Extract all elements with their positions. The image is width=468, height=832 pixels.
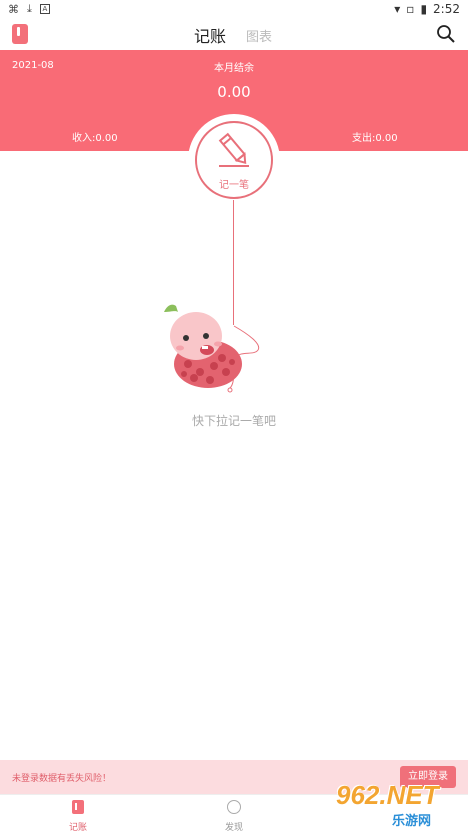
lychee-mascot-icon <box>164 304 260 393</box>
pencil-icon <box>218 132 249 167</box>
balance-value: 0.00 <box>217 83 251 101</box>
top-bar: 记账 图表 <box>0 20 468 50</box>
expense-total: 支出:0.00 <box>352 133 398 144</box>
a-icon: A <box>39 4 50 14</box>
tab-ledger[interactable]: 记账 <box>194 23 226 47</box>
balance-label: 本月结余 <box>214 63 254 74</box>
empty-hint: 快下拉记一笔吧 <box>191 414 276 428</box>
bug-icon: ⌘ <box>8 2 19 16</box>
status-right: ▾ ▫ ▮ 2:52 <box>394 2 460 16</box>
search-icon[interactable] <box>436 24 456 44</box>
nav-discover-label: 发现 <box>224 823 243 832</box>
add-record-button[interactable]: 记一笔 <box>195 121 273 199</box>
income-total: 收入:0.00 <box>72 133 118 144</box>
watermark-logo: 962.NET 乐游网 <box>330 780 468 832</box>
login-warning: 未登录数据有丢失风险！ <box>12 774 112 784</box>
nav-item-discover[interactable]: 发现 <box>204 799 264 832</box>
status-time: 2:52 <box>433 2 460 16</box>
wifi-icon: ▾ <box>394 2 401 16</box>
tab-chart[interactable]: 图表 <box>246 26 272 45</box>
watermark-bottom: 乐游网 <box>392 814 432 829</box>
ledger-icon <box>72 800 84 814</box>
discover-icon <box>227 800 241 814</box>
book-icon[interactable] <box>12 24 28 44</box>
watermark-top: 962.NET <box>336 780 439 810</box>
status-left: ⌘ ⤓ A <box>8 2 50 16</box>
add-record-label: 记一笔 <box>219 180 249 191</box>
battery-icon: ▮ <box>420 2 428 16</box>
no-sim-icon: ▫ <box>406 2 415 16</box>
nav-ledger-label: 记账 <box>68 823 87 832</box>
download-icon: ⤓ <box>27 2 32 15</box>
nav-item-ledger[interactable]: 记账 <box>48 799 108 832</box>
status-bar: ⌘ ⤓ A ▾ ▫ ▮ 2:52 <box>0 0 468 20</box>
